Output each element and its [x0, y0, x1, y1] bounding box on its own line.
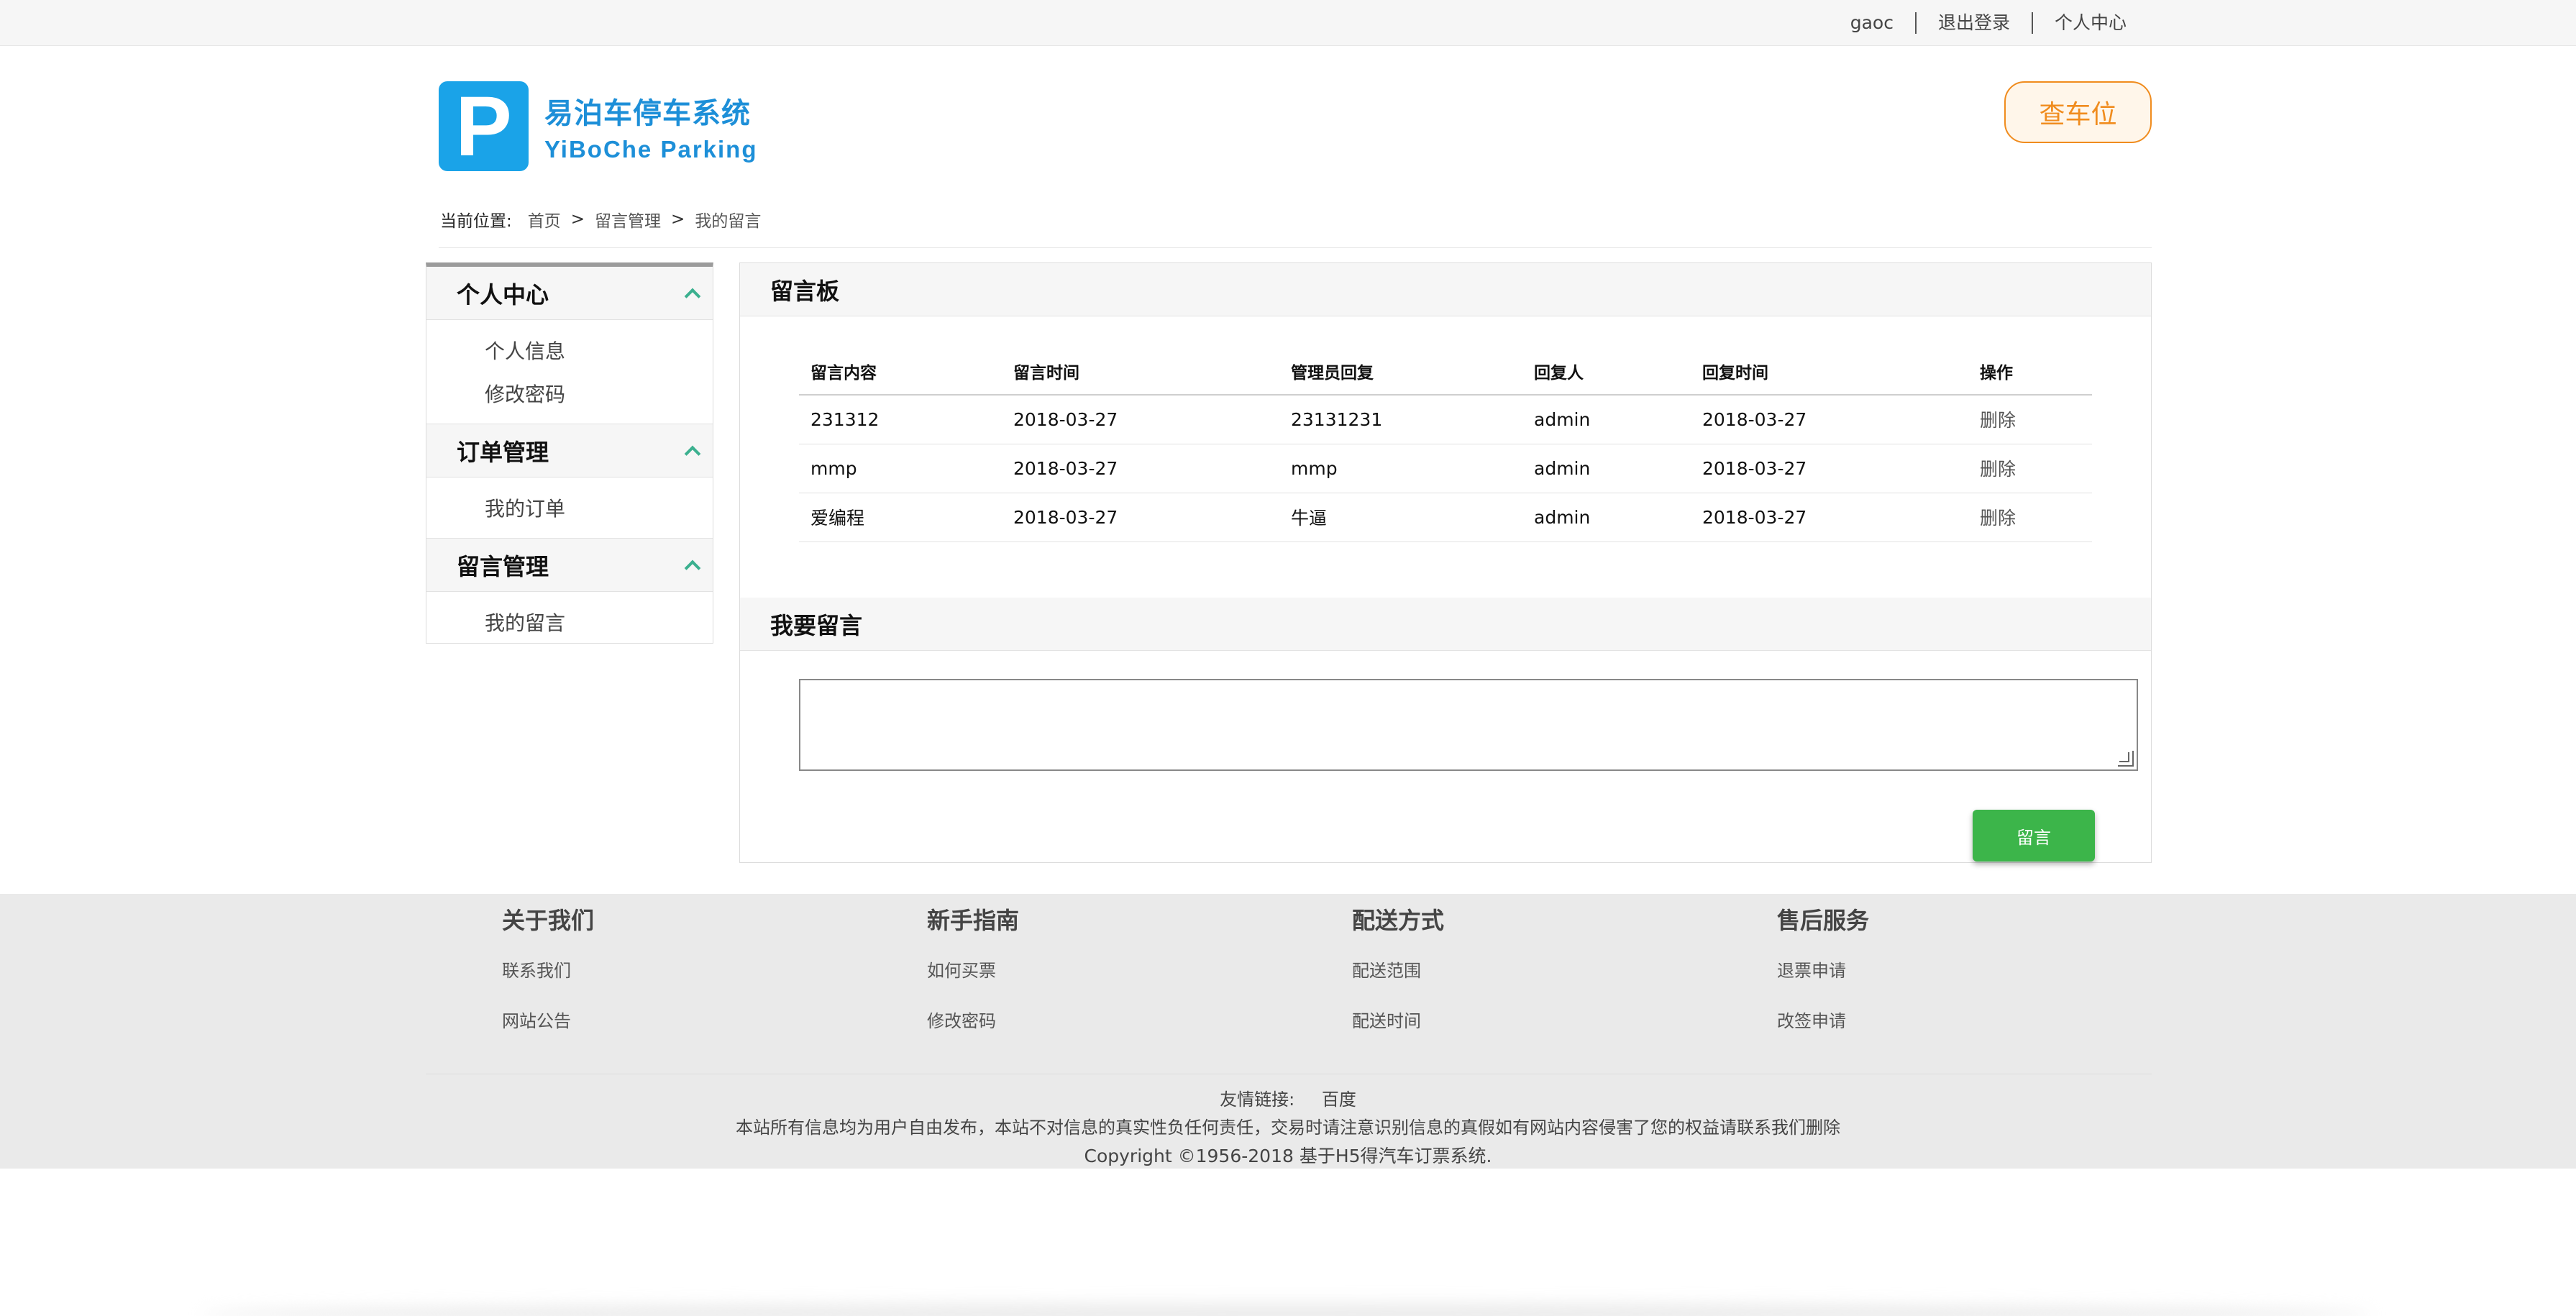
- breadcrumb: 当前位置: 首页 > 留言管理 > 我的留言: [440, 207, 761, 232]
- submit-message-button[interactable]: 留言: [1973, 810, 2095, 862]
- disclaimer-text: 本站所有信息均为用户自由发布，本站不对信息的真实性负任何责任，交易时请注意识别信…: [736, 1118, 1840, 1138]
- delete-link[interactable]: 删除: [1968, 444, 2092, 493]
- header-divider: [439, 247, 2152, 248]
- footer-column-title: 售后服务: [1777, 907, 1870, 934]
- sidebar-item-change-password[interactable]: 修改密码: [426, 373, 713, 416]
- footer-link[interactable]: 退票申请: [1777, 953, 1869, 989]
- friend-links: 友情链接: 百度: [0, 1085, 2576, 1110]
- copyright-text: Copyright ©1956-2018 基于H5得汽车订票系统.: [1084, 1146, 1492, 1166]
- sidebar-section-body: 个人信息 修改密码: [426, 320, 713, 424]
- top-links: gaoc 退出登录 个人中心: [1829, 0, 2148, 46]
- cell-replier: admin: [1522, 395, 1691, 444]
- table-row: 爱编程 2018-03-27 牛逼 admin 2018-03-27 删除: [799, 493, 2092, 542]
- breadcrumb-label: 当前位置:: [440, 212, 512, 231]
- sidebar-item-my-orders[interactable]: 我的订单: [426, 488, 713, 531]
- delete-link[interactable]: 删除: [1968, 493, 2092, 542]
- check-parking-button[interactable]: 查车位: [2004, 81, 2152, 143]
- friend-link-baidu[interactable]: 百度: [1322, 1089, 1356, 1110]
- footer-link[interactable]: 网站公告: [502, 1003, 594, 1039]
- column-header: 留言时间: [1002, 348, 1279, 396]
- footer-link[interactable]: 配送时间: [1352, 1003, 1444, 1039]
- compose-title: 我要留言: [770, 611, 863, 639]
- table-row: mmp 2018-03-27 mmp admin 2018-03-27 删除: [799, 444, 2092, 493]
- footer-link[interactable]: 联系我们: [502, 953, 594, 989]
- sidebar-section-personal[interactable]: 个人中心: [426, 267, 713, 320]
- chevron-up-icon[interactable]: [684, 288, 701, 304]
- sidebar-item-my-messages[interactable]: 我的留言: [426, 602, 713, 645]
- cell-reply-time: 2018-03-27: [1691, 493, 1968, 542]
- username-link[interactable]: gaoc: [1829, 12, 1915, 34]
- footer-link[interactable]: 如何买票: [927, 953, 1019, 989]
- sidebar-section-orders[interactable]: 订单管理: [426, 424, 713, 477]
- column-header: 管理员回复: [1279, 348, 1522, 396]
- cell-replier: admin: [1522, 493, 1691, 542]
- column-header: 留言内容: [799, 348, 1002, 396]
- sidebar-section-title: 订单管理: [457, 438, 549, 466]
- cell-time: 2018-03-27: [1002, 444, 1279, 493]
- logout-link[interactable]: 退出登录: [1917, 12, 2032, 34]
- cell-reply: mmp: [1279, 444, 1522, 493]
- footer-column-aftersales: 售后服务 退票申请 改签申请: [1777, 903, 1869, 1039]
- resize-handle-icon[interactable]: [2118, 751, 2134, 767]
- sidebar-section-body: 我的留言: [426, 592, 713, 652]
- breadcrumb-home[interactable]: 首页: [528, 207, 561, 232]
- footer-link[interactable]: 修改密码: [927, 1003, 1019, 1039]
- logo-glyph: P: [455, 78, 512, 174]
- cell-reply: 23131231: [1279, 395, 1522, 444]
- site-logo[interactable]: P 易泊车停车系统 YiBoChe Parking: [439, 78, 758, 174]
- chevron-up-icon[interactable]: [684, 445, 701, 462]
- messages-table: 留言内容 留言时间 管理员回复 回复人 回复时间 操作 231312 2018-…: [799, 348, 2092, 542]
- message-panel: 留言板 留言内容 留言时间 管理员回复 回复人 回复时间 操作 231312 2…: [739, 262, 2152, 863]
- message-textarea[interactable]: [799, 679, 2138, 771]
- table-header-row: 留言内容 留言时间 管理员回复 回复人 回复时间 操作: [799, 348, 2092, 396]
- cell-time: 2018-03-27: [1002, 493, 1279, 542]
- footer-link[interactable]: 改签申请: [1777, 1003, 1869, 1039]
- sidebar-section-messages[interactable]: 留言管理: [426, 539, 713, 592]
- footer: 关于我们 联系我们 网站公告 新手指南 如何买票 修改密码 配送方式 配送范围 …: [0, 894, 2576, 1169]
- footer-column-title: 关于我们: [502, 907, 595, 934]
- logo-title-cn: 易泊车停车系统: [544, 96, 751, 130]
- cell-content: 爱编程: [799, 493, 1002, 542]
- footer-column-delivery: 配送方式 配送范围 配送时间: [1352, 903, 1444, 1039]
- column-header: 回复人: [1522, 348, 1691, 396]
- compose-header: 我要留言: [740, 598, 2151, 651]
- breadcrumb-current[interactable]: 我的留言: [695, 207, 761, 232]
- sidebar-item-profile[interactable]: 个人信息: [426, 330, 713, 373]
- sidebar-section-body: 我的订单: [426, 477, 713, 539]
- user-center-link[interactable]: 个人中心: [2033, 12, 2148, 34]
- footer-column-title: 配送方式: [1352, 907, 1445, 934]
- logo-text: 易泊车停车系统 YiBoChe Parking: [544, 90, 758, 163]
- friend-links-label: 友情链接:: [1220, 1089, 1295, 1110]
- window-shadow: [201, 1303, 2373, 1316]
- column-header: 回复时间: [1691, 348, 1968, 396]
- cell-content: mmp: [799, 444, 1002, 493]
- footer-column-guide: 新手指南 如何买票 修改密码: [927, 903, 1019, 1039]
- cell-reply-time: 2018-03-27: [1691, 444, 1968, 493]
- delete-link[interactable]: 删除: [1968, 395, 2092, 444]
- top-bar: gaoc 退出登录 个人中心: [0, 0, 2576, 46]
- sidebar-section-title: 个人中心: [457, 280, 549, 309]
- parking-icon: P: [439, 78, 529, 174]
- sidebar: 个人中心 个人信息 修改密码 订单管理 我的订单 留言管理 我的留言: [426, 262, 713, 644]
- cell-time: 2018-03-27: [1002, 395, 1279, 444]
- board-title: 留言板: [770, 277, 840, 305]
- breadcrumb-separator: >: [671, 210, 685, 229]
- sidebar-section-title: 留言管理: [457, 552, 549, 580]
- breadcrumb-separator: >: [570, 210, 585, 229]
- cell-reply: 牛逼: [1279, 493, 1522, 542]
- footer-link[interactable]: 配送范围: [1352, 953, 1444, 989]
- cell-content: 231312: [799, 395, 1002, 444]
- cell-replier: admin: [1522, 444, 1691, 493]
- breadcrumb-message-mgmt[interactable]: 留言管理: [595, 207, 661, 232]
- column-header: 操作: [1968, 348, 2092, 396]
- footer-column-title: 新手指南: [927, 907, 1020, 934]
- footer-column-about: 关于我们 联系我们 网站公告: [502, 903, 594, 1039]
- board-header: 留言板: [740, 263, 2151, 316]
- cell-reply-time: 2018-03-27: [1691, 395, 1968, 444]
- chevron-up-icon[interactable]: [684, 559, 701, 576]
- table-row: 231312 2018-03-27 23131231 admin 2018-03…: [799, 395, 2092, 444]
- logo-title-en: YiBoChe Parking: [544, 135, 758, 163]
